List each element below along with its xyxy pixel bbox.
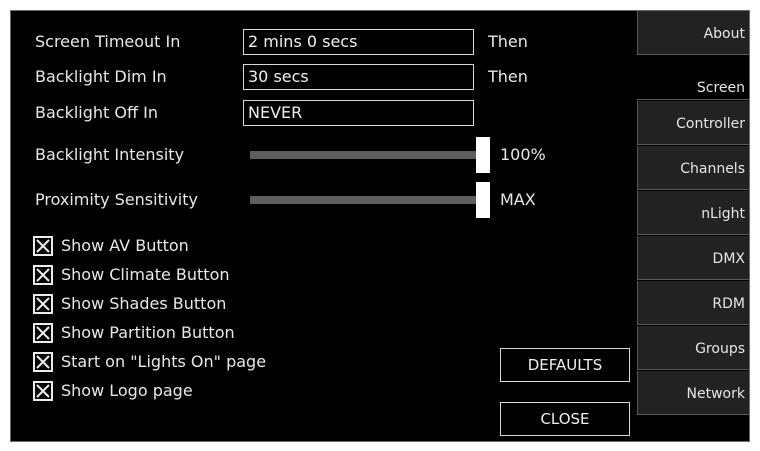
tab-groups[interactable]: Groups [637,326,749,370]
checkmark-x-icon [36,239,50,253]
checkmark-x-icon [36,297,50,311]
tab-rdm[interactable]: RDM [637,281,749,325]
show-climate-button-checkbox[interactable] [33,265,53,285]
checkmark-x-icon [36,326,50,340]
screen-timeout-field[interactable]: 2 mins 0 secs [243,29,474,55]
show-climate-button-label: Show Climate Button [61,265,230,284]
tab-nlight[interactable]: nLight [637,191,749,235]
backlight-intensity-label: Backlight Intensity [35,145,185,164]
proximity-sensitivity-label: Proximity Sensitivity [35,190,198,209]
backlight-dim-field[interactable]: 30 secs [243,64,474,90]
show-partition-button-checkbox[interactable] [33,323,53,343]
show-logo-page-checkbox[interactable] [33,381,53,401]
show-av-button-checkbox[interactable] [33,236,53,256]
checkmark-x-icon [36,355,50,369]
show-shades-button-checkbox[interactable] [33,294,53,314]
tab-network[interactable]: Network [637,371,749,415]
backlight-intensity-thumb[interactable] [476,137,490,173]
checkmark-x-icon [36,268,50,282]
proximity-sensitivity-value: MAX [500,190,536,209]
show-shades-button-label: Show Shades Button [61,294,227,313]
proximity-sensitivity-thumb[interactable] [476,182,490,218]
proximity-sensitivity-slider[interactable] [250,196,476,204]
tab-dmx[interactable]: DMX [637,236,749,280]
show-partition-button-label: Show Partition Button [61,323,235,342]
defaults-button[interactable]: DEFAULTS [500,348,630,382]
screen-timeout-label: Screen Timeout In [35,32,181,51]
close-button[interactable]: CLOSE [500,402,630,436]
backlight-off-label: Backlight Off In [35,103,158,122]
tab-controller[interactable]: Controller [637,101,749,145]
backlight-intensity-slider[interactable] [250,151,476,159]
show-av-button-label: Show AV Button [61,236,189,255]
backlight-intensity-value: 100% [500,145,546,164]
show-logo-page-label: Show Logo page [61,381,193,400]
tab-screen[interactable]: Screen [637,56,749,100]
tab-channels[interactable]: Channels [637,146,749,190]
tab-about[interactable]: About [637,11,749,55]
backlight-off-field[interactable]: NEVER [243,100,474,126]
checkmark-x-icon [36,384,50,398]
start-on-lights-on-page-checkbox[interactable] [33,352,53,372]
screen-timeout-then-label: Then [488,32,528,51]
start-on-lights-on-page-label: Start on "Lights On" page [61,352,267,371]
backlight-dim-then-label: Then [488,67,528,86]
settings-panel: Screen Timeout In 2 mins 0 secs Then Bac… [10,10,750,442]
backlight-dim-label: Backlight Dim In [35,67,167,86]
